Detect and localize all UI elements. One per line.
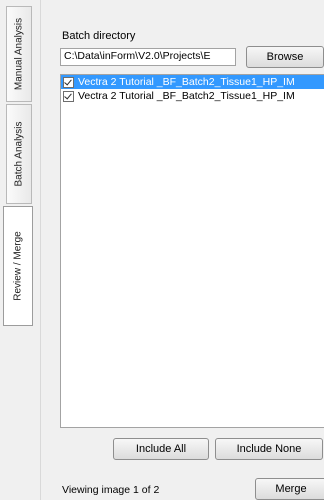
- review-merge-panel: Batch directory C:\Data\inForm\V2.0\Proj…: [41, 0, 324, 500]
- tab-batch-analysis-label: Batch Analysis: [13, 121, 25, 187]
- tab-batch-analysis[interactable]: Batch Analysis: [6, 104, 32, 204]
- viewing-status: Viewing image 1 of 2: [62, 484, 160, 496]
- file-name: Vectra 2 Tutorial _BF_Batch2_Tissue1_HP_…: [78, 90, 295, 102]
- include-none-button[interactable]: Include None: [215, 438, 323, 460]
- tab-manual-analysis-label: Manual Analysis: [13, 17, 25, 91]
- checkbox-checked-icon[interactable]: [63, 76, 74, 88]
- checkbox-checked-icon[interactable]: [63, 90, 74, 102]
- merge-button[interactable]: Merge: [255, 478, 324, 500]
- include-all-button[interactable]: Include All: [113, 438, 209, 460]
- batch-directory-label: Batch directory: [62, 30, 136, 42]
- tab-review-merge-label: Review / Merge: [12, 231, 24, 301]
- list-item[interactable]: Vectra 2 Tutorial _BF_Batch2_Tissue1_HP_…: [61, 89, 324, 103]
- tab-review-merge[interactable]: Review / Merge: [3, 206, 33, 326]
- batch-directory-input[interactable]: C:\Data\inForm\V2.0\Projects\E: [60, 48, 236, 66]
- browse-button[interactable]: Browse: [246, 46, 324, 68]
- vertical-tab-strip: Manual Analysis Batch Analysis Review / …: [0, 0, 41, 500]
- image-file-list[interactable]: Vectra 2 Tutorial _BF_Batch2_Tissue1_HP_…: [60, 74, 324, 428]
- list-item[interactable]: Vectra 2 Tutorial _BF_Batch2_Tissue1_HP_…: [61, 75, 324, 89]
- file-name: Vectra 2 Tutorial _BF_Batch2_Tissue1_HP_…: [78, 76, 295, 88]
- tab-manual-analysis[interactable]: Manual Analysis: [6, 6, 32, 102]
